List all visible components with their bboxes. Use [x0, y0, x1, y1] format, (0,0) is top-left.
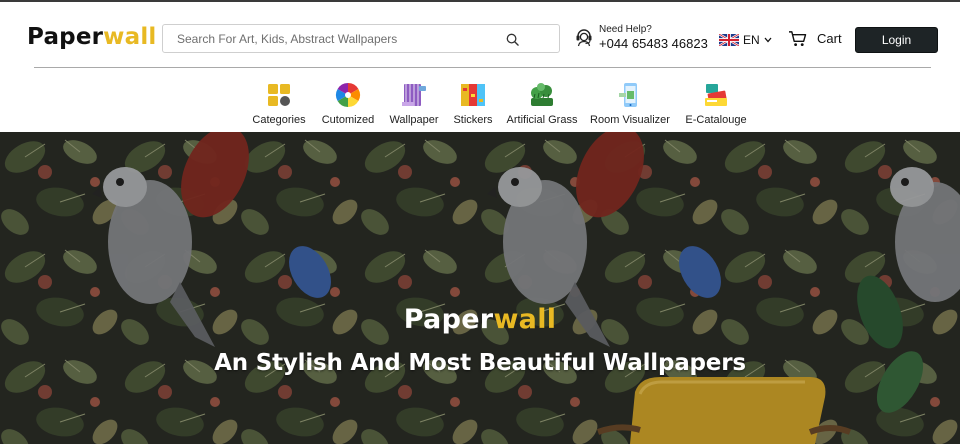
- logo-text-wall: wall: [103, 24, 157, 50]
- chevron-down-icon: [764, 37, 772, 43]
- nav-item-room-visualizer[interactable]: Room Visualizer: [589, 78, 671, 128]
- nav-label-artificial-grass: Artificial Grass: [506, 114, 578, 126]
- hero-subtitle: An Stylish And Most Beautiful Wallpapers: [214, 350, 746, 376]
- categories-icon: [268, 84, 290, 106]
- nav-label-categories: Categories: [252, 114, 306, 126]
- hero-title-paper: Paper: [403, 304, 494, 335]
- nav-item-stickers[interactable]: Stickers: [451, 78, 495, 128]
- help-contact[interactable]: Need Help? +044 65483 46823: [575, 24, 710, 54]
- nav-item-e-catalouge[interactable]: E-Catalouge: [681, 78, 751, 128]
- login-button[interactable]: Login: [855, 27, 938, 53]
- nav-label-stickers: Stickers: [453, 114, 493, 126]
- help-phone[interactable]: +044 65483 46823: [599, 36, 708, 51]
- hero-title-wall: wall: [493, 304, 557, 335]
- hero-wallpaper-pattern-image: [0, 132, 960, 444]
- nav-item-cutomized[interactable]: Cutomized: [318, 78, 378, 128]
- artificial-grass-icon: [531, 83, 553, 106]
- nav-label-e-catalouge: E-Catalouge: [685, 114, 747, 126]
- site-header: Paperwall Need Help? +044 65483 46823 EN: [0, 2, 960, 67]
- cart-link[interactable]: Cart: [788, 28, 842, 48]
- logo[interactable]: Paperwall: [27, 24, 157, 50]
- uk-flag-icon: [719, 34, 739, 46]
- nav-item-wallpaper[interactable]: Wallpaper: [386, 78, 442, 128]
- nav-item-categories[interactable]: Categories: [249, 78, 309, 128]
- headset-icon: [576, 29, 592, 47]
- search-bar: [162, 24, 560, 53]
- nav-item-artificial-grass[interactable]: Artificial Grass: [504, 78, 580, 128]
- color-wheel-icon: [335, 83, 361, 107]
- language-selector[interactable]: EN: [719, 32, 772, 48]
- room-visualizer-icon: [619, 83, 637, 107]
- e-catalogue-icon: [705, 84, 727, 106]
- stickers-icon: [461, 84, 485, 106]
- search-icon[interactable]: [506, 33, 519, 46]
- hero-brand-title: Paperwall: [0, 304, 960, 335]
- hero-banner: Paperwall An Stylish And Most Beautiful …: [0, 132, 960, 444]
- cart-icon: [789, 30, 807, 46]
- language-code: EN: [743, 33, 760, 47]
- logo-text-paper: Paper: [27, 24, 104, 50]
- header-divider: [34, 67, 931, 68]
- cart-label: Cart: [817, 30, 842, 46]
- nav-label-room-visualizer: Room Visualizer: [590, 114, 670, 126]
- search-input[interactable]: [177, 31, 507, 47]
- help-title: Need Help?: [599, 24, 652, 35]
- category-nav: Categories Cutomized Wallpaper Stickers …: [0, 78, 960, 130]
- wallpaper-roll-icon: [402, 84, 426, 106]
- nav-label-cutomized: Cutomized: [321, 114, 375, 126]
- nav-label-wallpaper: Wallpaper: [389, 114, 439, 126]
